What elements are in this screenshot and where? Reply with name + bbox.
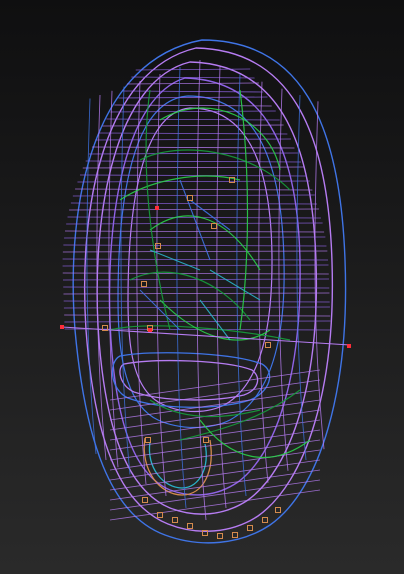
vertex-marker-selected	[60, 325, 64, 329]
vertex-marker-selected	[148, 328, 152, 332]
wireframe-scene	[0, 0, 404, 574]
vertex-marker-selected	[155, 206, 159, 210]
vertex-marker-selected	[347, 344, 351, 348]
viewport-background	[0, 0, 404, 574]
3d-viewport[interactable]	[0, 0, 404, 574]
